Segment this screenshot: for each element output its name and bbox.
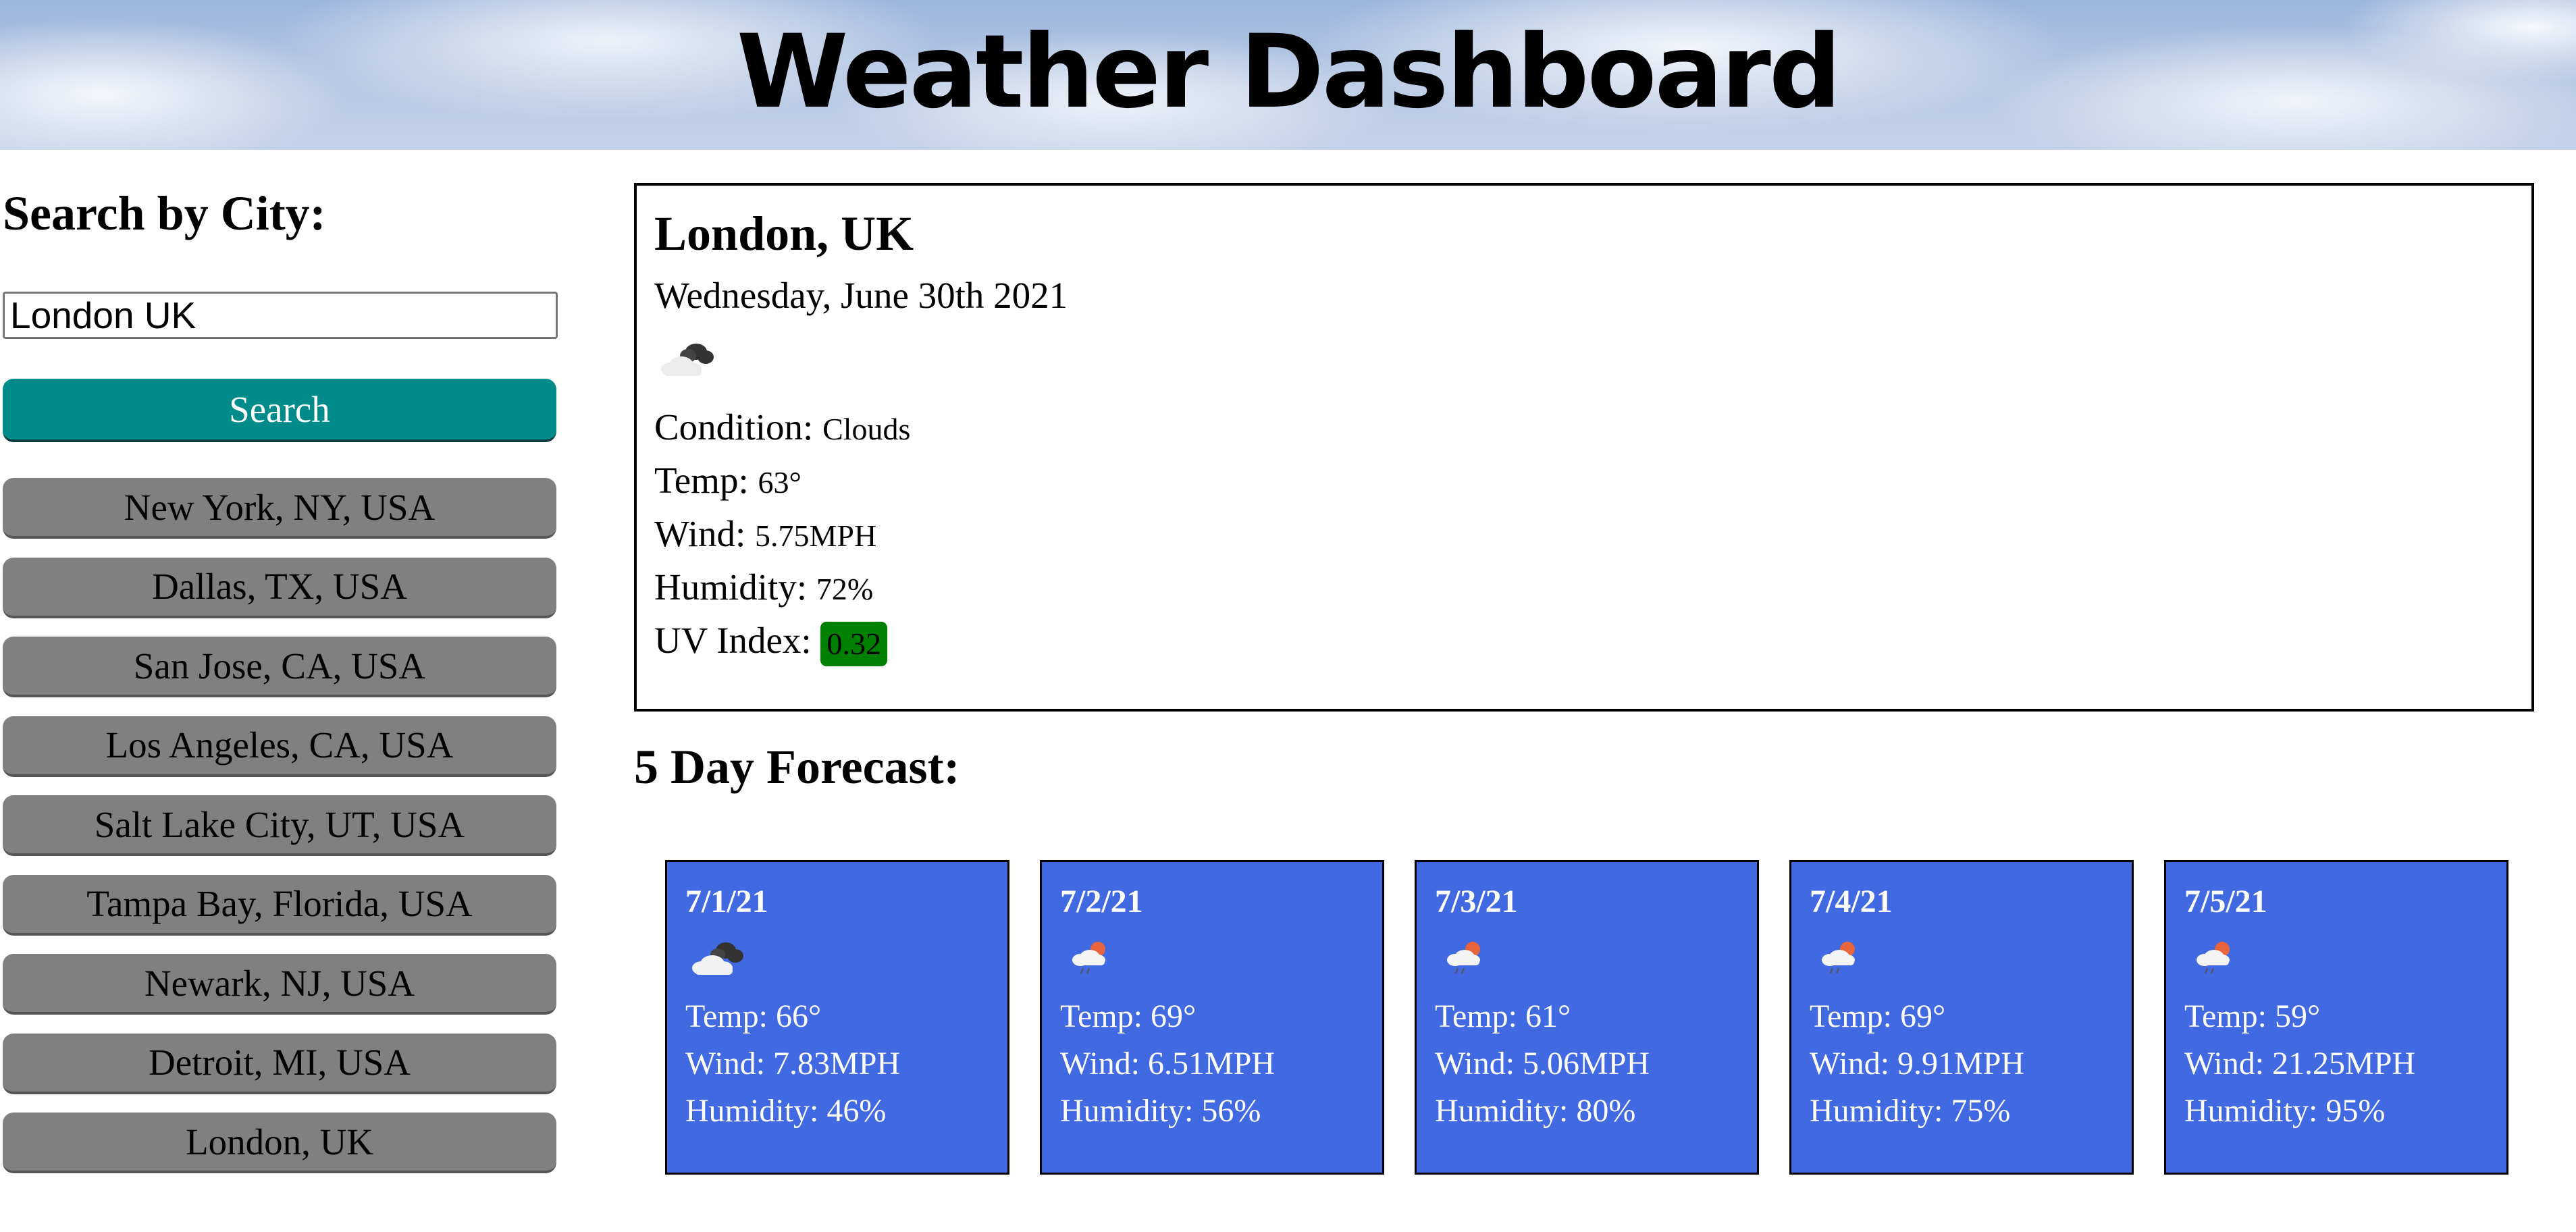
page-title: Weather Dashboard: [736, 14, 1841, 131]
rain-icon: [1447, 942, 1480, 974]
current-weather-card: London, UK Wednesday, June 30th 2021 Con…: [634, 183, 2534, 712]
forecast-wind: Wind: 9.91MPH: [1810, 1046, 2025, 1081]
current-city-name: London, UK: [654, 207, 914, 261]
forecast-temp: Temp: 61°: [1435, 998, 1571, 1034]
broken-clouds-icon: [692, 942, 743, 975]
rain-icon: [1072, 942, 1105, 974]
forecast-humidity: Humidity: 75%: [1810, 1093, 2011, 1129]
condition-row: Condition: Clouds: [654, 408, 2514, 446]
forecast-card: 7/2/21 Temp: 69° Wind: 6.51MPH Humidity:…: [1040, 860, 1384, 1175]
condition-value: Clouds: [822, 411, 911, 446]
search-button[interactable]: Search: [3, 379, 556, 442]
uv-index-badge: 0.32: [820, 622, 887, 667]
forecast-date: 7/1/21: [685, 884, 768, 919]
forecast-card: 7/4/21 Temp: 69° Wind: 9.91MPH Humidity:…: [1789, 860, 2134, 1175]
wind-label: Wind:: [654, 512, 746, 554]
forecast-card: 7/3/21 Temp: 61° Wind: 5.06MPH Humidity:…: [1415, 860, 1759, 1175]
forecast-humidity: Humidity: 95%: [2184, 1093, 2386, 1129]
forecast-temp: Temp: 69°: [1060, 998, 1197, 1034]
temp-label: Temp:: [654, 459, 749, 501]
header-banner: Weather Dashboard: [0, 0, 2576, 150]
forecast-date: 7/3/21: [1435, 884, 1518, 919]
forecast-wind: Wind: 5.06MPH: [1435, 1046, 1650, 1081]
forecast-humidity: Humidity: 80%: [1435, 1093, 1636, 1129]
forecast-card: 7/1/21 Temp: 66° Wind: 7.83MPH Humidity:…: [665, 860, 1009, 1175]
uv-row: UV Index: 0.32: [654, 619, 2514, 667]
wind-value: 5.75MPH: [755, 518, 877, 553]
humidity-value: 72%: [816, 571, 874, 606]
forecast-wind: Wind: 6.51MPH: [1060, 1046, 1276, 1081]
condition-label: Condition:: [654, 406, 814, 448]
forecast-temp: Temp: 59°: [2184, 998, 2321, 1034]
forecast-date: 7/4/21: [1810, 884, 1893, 919]
history-city-button[interactable]: New York, NY, USA: [3, 478, 556, 539]
history-city-button[interactable]: San Jose, CA, USA: [3, 637, 556, 697]
current-date: Wednesday, June 30th 2021: [654, 275, 1068, 317]
forecast-humidity: Humidity: 46%: [685, 1093, 887, 1129]
humidity-row: Humidity: 72%: [654, 568, 2514, 606]
history-city-button[interactable]: London, UK: [3, 1113, 556, 1173]
forecast-date: 7/5/21: [2184, 884, 2267, 919]
humidity-label: Humidity:: [654, 566, 808, 608]
forecast-row: 7/1/21 Temp: 66° Wind: 7.83MPH Humidity:…: [665, 860, 2508, 1175]
clouds-icon: [661, 343, 714, 376]
city-search-input[interactable]: [3, 292, 558, 339]
history-city-button[interactable]: Los Angeles, CA, USA: [3, 716, 556, 777]
forecast-wind: Wind: 21.25MPH: [2184, 1046, 2416, 1081]
rain-icon: [1822, 942, 1855, 974]
rain-icon: [2197, 942, 2230, 974]
forecast-temp: Temp: 69°: [1810, 998, 1946, 1034]
forecast-humidity: Humidity: 56%: [1060, 1093, 1261, 1129]
history-city-button[interactable]: Tampa Bay, Florida, USA: [3, 874, 556, 936]
search-history-list: New York, NY, USA Dallas, TX, USA San Jo…: [3, 478, 556, 1192]
history-city-button[interactable]: Newark, NJ, USA: [3, 954, 556, 1015]
history-city-button[interactable]: Salt Lake City, UT, USA: [3, 795, 556, 856]
forecast-date: 7/2/21: [1060, 884, 1143, 919]
search-sidebar: Search by City: Search New York, NY, USA…: [3, 186, 558, 1173]
history-city-button[interactable]: Dallas, TX, USA: [3, 557, 556, 618]
search-heading: Search by City:: [3, 186, 326, 240]
uv-label: UV Index:: [654, 619, 812, 661]
forecast-temp: Temp: 66°: [685, 998, 822, 1034]
temp-row: Temp: 63°: [654, 462, 2514, 499]
forecast-wind: Wind: 7.83MPH: [685, 1046, 901, 1081]
history-city-button[interactable]: Detroit, MI, USA: [3, 1033, 556, 1094]
forecast-card: 7/5/21 Temp: 59° Wind: 21.25MPH Humidity…: [2164, 860, 2508, 1175]
forecast-title: 5 Day Forecast:: [634, 740, 960, 794]
wind-row: Wind: 5.75MPH: [654, 515, 2514, 552]
temp-value: 63°: [758, 464, 801, 500]
